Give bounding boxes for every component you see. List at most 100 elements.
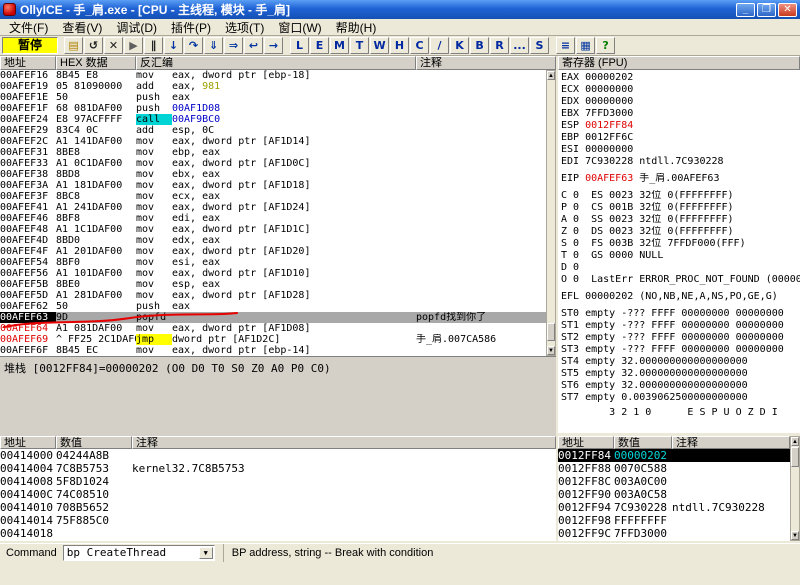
- disasm-row[interactable]: 00AFEF4F A1 201DAF00 mov eax, dword ptr [AF…: [0, 246, 546, 257]
- minimize-button[interactable]: _: [736, 2, 755, 17]
- flag-line[interactable]: O 0 LastErr ERROR_PROC_NOT_FOUND (000000…: [561, 274, 800, 286]
- scroll-down-arrow-icon[interactable]: ▼: [791, 531, 799, 540]
- stack-row[interactable]: 0012FF88 0070C588: [558, 462, 790, 475]
- pause-button[interactable]: ∥: [144, 37, 164, 54]
- dump-row[interactable]: 0041400C 74C08510: [0, 488, 556, 501]
- disasm-row[interactable]: 00AFEF1E 50 push eax: [0, 92, 546, 103]
- command-input[interactable]: bp CreateThread ▼: [62, 545, 215, 561]
- stack-header-cell[interactable]: 地址: [558, 436, 614, 449]
- registers-title[interactable]: 寄存器 (FPU): [558, 56, 800, 70]
- go-to-address-button[interactable]: →: [264, 37, 284, 54]
- flag-line[interactable]: Z 0 DS 0023 32位 0(FFFFFFFF): [561, 226, 800, 238]
- fpu-register-line[interactable]: ST5 empty 32.000000000000000000: [561, 368, 800, 380]
- help-button[interactable]: ?: [596, 37, 616, 54]
- register-row[interactable]: ESI 00000000: [561, 144, 800, 156]
- disasm-row[interactable]: 00AFEF69 ^ FF25 2C1DAF00jmpdword ptr [AF1…: [0, 334, 546, 345]
- dump-row[interactable]: 00414008 5F8D1024: [0, 475, 556, 488]
- menu-item[interactable]: 帮助(H): [329, 18, 384, 37]
- panel-button-E[interactable]: E: [310, 37, 330, 54]
- stack-header-cell[interactable]: 数值: [614, 436, 672, 449]
- disasm-header-cell[interactable]: 地址: [0, 56, 56, 70]
- disasm-row[interactable]: 00AFEF3F 8BC8 mov ecx, eax: [0, 191, 546, 202]
- fpu-register-line[interactable]: ST6 empty 32.000000000000000000: [561, 380, 800, 392]
- menu-item[interactable]: 查看(V): [55, 18, 109, 37]
- stack-row[interactable]: 0012FF90 003A0C58: [558, 488, 790, 501]
- register-row[interactable]: EBP 0012FF6C: [561, 132, 800, 144]
- fpu-register-line[interactable]: ST7 empty 0.0039062500000000000: [561, 392, 800, 404]
- step-into-button[interactable]: ↓: [164, 37, 184, 54]
- fpu-register-line[interactable]: ST4 empty 32.000000000000000000: [561, 356, 800, 368]
- dump-row[interactable]: 00414000 04244A8B: [0, 449, 556, 462]
- animate-over-button[interactable]: ⇒: [224, 37, 244, 54]
- scroll-up-arrow-icon[interactable]: ▲: [547, 71, 555, 80]
- fpu-register-line[interactable]: ST3 empty -??? FFFF 00000000 00000000: [561, 344, 800, 356]
- disasm-row[interactable]: 00AFEF62 50 push eax: [0, 301, 546, 312]
- animate-into-button[interactable]: ⇓: [204, 37, 224, 54]
- disasm-row[interactable]: 00AFEF1F 68 081DAF00 push 00AF1D08: [0, 103, 546, 114]
- panel-button-L[interactable]: L: [290, 37, 310, 54]
- menu-item[interactable]: 调试(D): [109, 18, 164, 37]
- dump-row[interactable]: 00414004 7C8B5753 kernel32.7C8B5753: [0, 462, 556, 475]
- appearance-button[interactable]: ≡: [556, 37, 576, 54]
- disasm-row[interactable]: 00AFEF63 9D popfd popfd找到你了: [0, 312, 546, 323]
- disassembly-pane[interactable]: 00AFEF16 8B45 E8 mov eax, dword ptr [ebp-18…: [0, 70, 546, 356]
- dump-row[interactable]: 00414010 708B5652: [0, 501, 556, 514]
- disasm-row[interactable]: 00AFEF16 8B45 E8 mov eax, dword ptr [ebp-18…: [0, 70, 546, 81]
- app-icon[interactable]: [3, 3, 16, 16]
- menu-item[interactable]: 插件(P): [164, 18, 218, 37]
- register-row[interactable]: EBX 7FFD3000: [561, 108, 800, 120]
- scroll-down-arrow-icon[interactable]: ▼: [547, 346, 555, 355]
- flag-line[interactable]: T 0 GS 0000 NULL: [561, 250, 800, 262]
- dump-header-cell[interactable]: 地址: [0, 436, 56, 449]
- efl-line[interactable]: EFL 00000202 (NO,NB,NE,A,NS,PO,GE,G): [561, 291, 800, 303]
- stack-row[interactable]: 0012FF98 FFFFFFFF: [558, 514, 790, 527]
- flag-line[interactable]: C 0 ES 0023 32位 0(FFFFFFFF): [561, 190, 800, 202]
- disasm-row[interactable]: 00AFEF24 E8 97ACFFFF call 00AF9BC0: [0, 114, 546, 125]
- stack-pane[interactable]: 0012FF84 00000202 0012FF88 0070C588 0012FF8C…: [558, 449, 790, 541]
- panel-button-H[interactable]: H: [390, 37, 410, 54]
- panel-button-M[interactable]: M: [330, 37, 350, 54]
- close-button[interactable]: ✕: [778, 2, 797, 17]
- panel-button-B[interactable]: B: [470, 37, 490, 54]
- dump-row[interactable]: 00414014 75F885C0: [0, 514, 556, 527]
- panel-button-C[interactable]: C: [410, 37, 430, 54]
- disasm-row[interactable]: 00AFEF64 A1 081DAF00 mov eax, dword ptr [AF…: [0, 323, 546, 334]
- disasm-row[interactable]: 00AFEF38 8BD8 mov ebx, eax: [0, 169, 546, 180]
- panel-button-...[interactable]: ...: [510, 37, 530, 54]
- scroll-up-arrow-icon[interactable]: ▲: [791, 437, 799, 446]
- flag-line[interactable]: A 0 SS 0023 32位 0(FFFFFFFF): [561, 214, 800, 226]
- panel-button-S[interactable]: S: [530, 37, 550, 54]
- fpu-register-line[interactable]: ST1 empty -??? FFFF 00000000 00000000: [561, 320, 800, 332]
- registers-pane[interactable]: EAX 00000202 ECX 00000000 EDX 00000000 EBX …: [558, 70, 800, 433]
- disasm-row[interactable]: 00AFEF19 05 81090000 add eax, 981: [0, 81, 546, 92]
- disasm-header-cell[interactable]: 反汇编: [136, 56, 416, 70]
- disasm-row[interactable]: 00AFEF2C A1 141DAF00 mov eax, dword ptr [AF…: [0, 136, 546, 147]
- stack-row[interactable]: 0012FF9C 7FFD3000: [558, 527, 790, 540]
- disasm-scroll-thumb[interactable]: [547, 323, 555, 341]
- disasm-row[interactable]: 00AFEF48 A1 1C1DAF00 mov eax, dword ptr [AF…: [0, 224, 546, 235]
- disasm-row[interactable]: 00AFEF6F 8B45 EC mov eax, dword ptr [ebp-14…: [0, 345, 546, 356]
- disasm-header-cell[interactable]: HEX 数据: [56, 56, 136, 70]
- panel-button-T[interactable]: T: [350, 37, 370, 54]
- register-row[interactable]: EDI 7C930228 ntdll.7C930228: [561, 156, 800, 168]
- stack-row[interactable]: 0012FF8C 003A0C00: [558, 475, 790, 488]
- open-file-button[interactable]: ▤: [64, 37, 84, 54]
- register-row[interactable]: EDX 00000000: [561, 96, 800, 108]
- dump-header-cell[interactable]: 注释: [132, 436, 556, 449]
- disasm-row[interactable]: 00AFEF5D A1 281DAF00 mov eax, dword ptr [AF…: [0, 290, 546, 301]
- windows-list-button[interactable]: ▦: [576, 37, 596, 54]
- panel-button-R[interactable]: R: [490, 37, 510, 54]
- chevron-down-icon[interactable]: ▼: [198, 547, 213, 559]
- menu-item[interactable]: 文件(F): [2, 18, 55, 37]
- restore-button[interactable]: ❐: [757, 2, 776, 17]
- step-over-button[interactable]: ↷: [184, 37, 204, 54]
- disasm-row[interactable]: 00AFEF56 A1 101DAF00 mov eax, dword ptr [AF…: [0, 268, 546, 279]
- disasm-row[interactable]: 00AFEF5B 8BE0 mov esp, eax: [0, 279, 546, 290]
- flag-line[interactable]: P 0 CS 001B 32位 0(FFFFFFFF): [561, 202, 800, 214]
- flag-line[interactable]: S 0 FS 003B 32位 7FFDF000(FFF): [561, 238, 800, 250]
- stack-scroll-thumb[interactable]: [791, 447, 799, 467]
- close-process-button[interactable]: ✕: [104, 37, 124, 54]
- disasm-header-cell[interactable]: 注释: [416, 56, 556, 70]
- panel-button-W[interactable]: W: [370, 37, 390, 54]
- restart-button[interactable]: ↺: [84, 37, 104, 54]
